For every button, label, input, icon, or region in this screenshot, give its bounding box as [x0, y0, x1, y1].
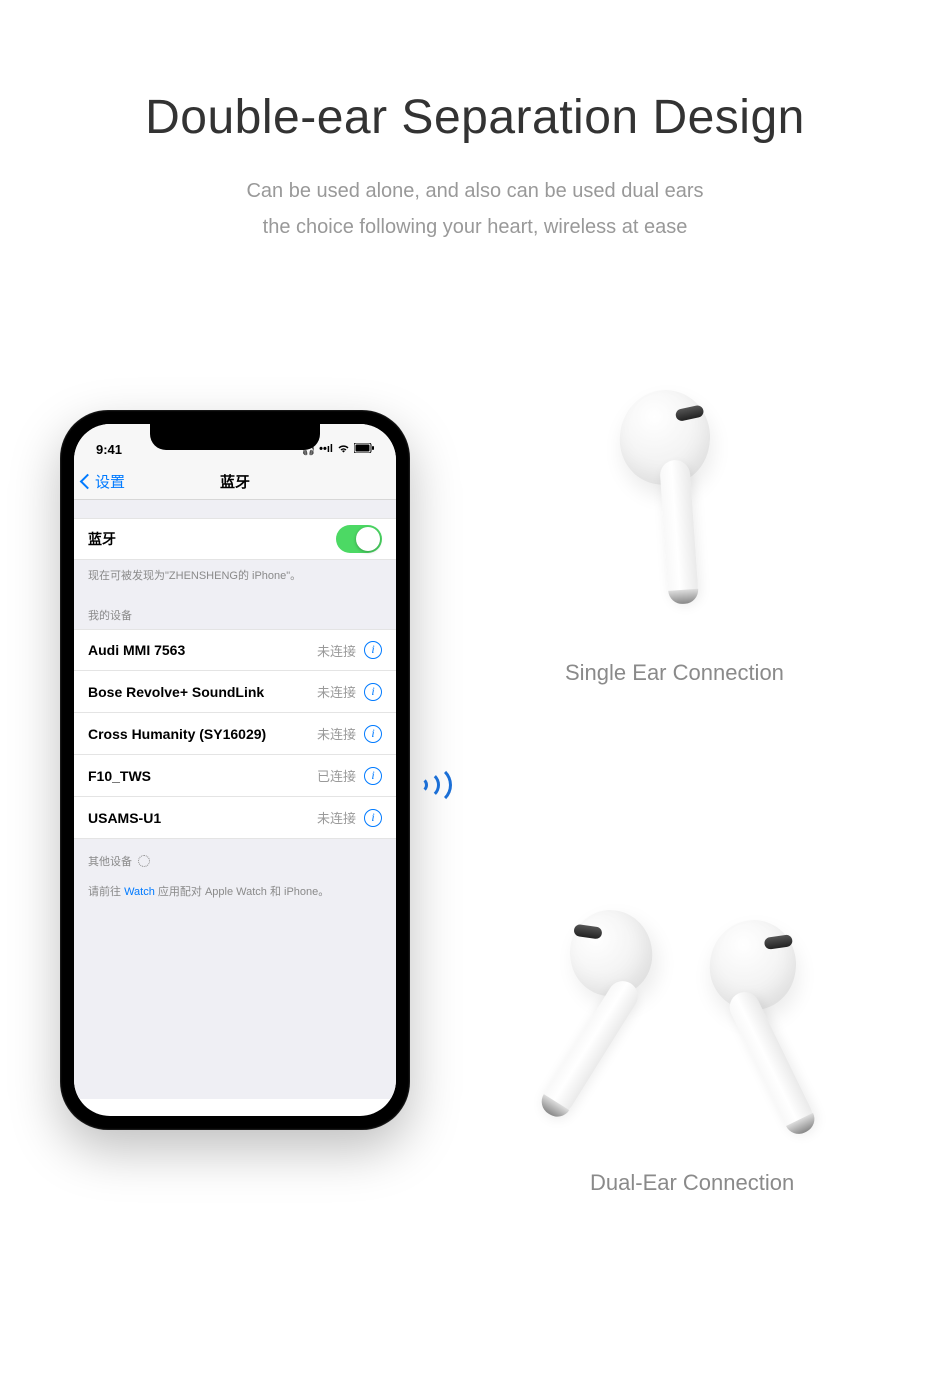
nav-bar: 设置 蓝牙	[74, 464, 396, 500]
device-status: 未连接	[317, 682, 356, 701]
device-row[interactable]: Bose Revolve+ SoundLink 未连接 i	[74, 671, 396, 713]
device-row[interactable]: USAMS-U1 未连接 i	[74, 797, 396, 839]
battery-icon	[354, 443, 374, 456]
info-icon[interactable]: i	[364, 683, 382, 701]
bluetooth-toggle[interactable]	[336, 525, 382, 553]
info-icon[interactable]: i	[364, 641, 382, 659]
device-row[interactable]: Audi MMI 7563 未连接 i	[74, 629, 396, 671]
device-name: Audi MMI 7563	[88, 642, 317, 658]
device-status: 未连接	[317, 808, 356, 827]
watch-pairing-note: 请前往 Watch 应用配对 Apple Watch 和 iPhone。	[88, 883, 382, 899]
info-icon[interactable]: i	[364, 725, 382, 743]
signal-icon	[412, 760, 462, 810]
single-ear-caption: Single Ear Connection	[565, 660, 784, 686]
device-name: F10_TWS	[88, 768, 317, 784]
wifi-icon	[337, 443, 350, 456]
info-icon[interactable]: i	[364, 767, 382, 785]
my-devices-header: 我的设备	[74, 589, 396, 629]
device-name: Cross Humanity (SY16029)	[88, 726, 317, 742]
dual-ear-caption: Dual-Ear Connection	[590, 1170, 794, 1196]
device-status: 未连接	[317, 641, 356, 660]
device-name: Bose Revolve+ SoundLink	[88, 684, 317, 700]
bluetooth-label: 蓝牙	[88, 529, 336, 549]
device-status: 未连接	[317, 724, 356, 743]
discoverable-note: 现在可被发现为"ZHENSHENG的 iPhone"。	[74, 560, 396, 589]
phone-notch	[150, 424, 320, 450]
signal-icon: ••ıl	[319, 443, 333, 455]
phone-mockup: 9:41 🎧 ••ıl 设置 蓝牙 蓝牙	[60, 410, 410, 1130]
status-time: 9:41	[96, 442, 122, 457]
single-earbud-image	[620, 390, 710, 485]
page-subtitle: Can be used alone, and also can be used …	[0, 173, 950, 245]
page-title: Double-ear Separation Design	[0, 90, 950, 145]
device-row[interactable]: Cross Humanity (SY16029) 未连接 i	[74, 713, 396, 755]
hero-section: Double-ear Separation Design Can be used…	[0, 0, 950, 245]
nav-title: 蓝牙	[74, 471, 396, 492]
phone-screen: 9:41 🎧 ••ıl 设置 蓝牙 蓝牙	[74, 424, 396, 1116]
watch-link[interactable]: Watch	[124, 886, 155, 898]
spinner-icon	[138, 855, 150, 867]
other-devices-header: 其他设备	[88, 853, 382, 869]
bluetooth-toggle-row: 蓝牙	[74, 518, 396, 560]
info-icon[interactable]: i	[364, 809, 382, 827]
dual-earbud-image	[570, 910, 870, 1160]
device-status: 已连接	[317, 766, 356, 785]
device-name: USAMS-U1	[88, 810, 317, 826]
footer-area: 其他设备 请前往 Watch 应用配对 Apple Watch 和 iPhone…	[74, 839, 396, 1099]
device-row[interactable]: F10_TWS 已连接 i	[74, 755, 396, 797]
